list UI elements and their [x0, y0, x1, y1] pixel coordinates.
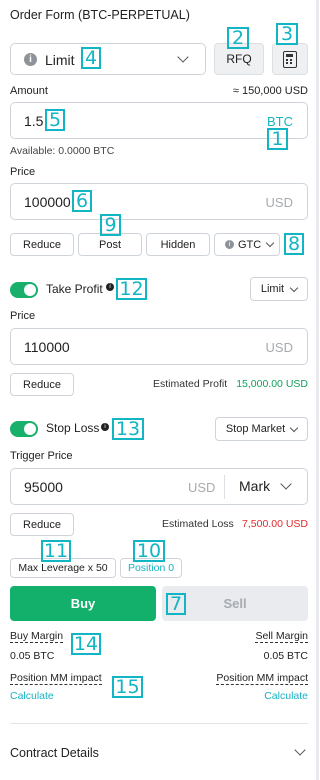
- chevron-down-icon: [265, 238, 275, 248]
- trigger-price-label: Trigger Price: [10, 450, 73, 462]
- take-profit-type-value: Limit: [260, 283, 285, 295]
- calculator-button[interactable]: [272, 43, 308, 75]
- scrollbar[interactable]: [316, 0, 319, 780]
- marker-7: 7: [166, 593, 186, 615]
- chevron-down-icon: [177, 51, 189, 63]
- amount-value: 1.5: [24, 113, 44, 129]
- price-input[interactable]: 100000 USD: [10, 183, 308, 220]
- hidden-button[interactable]: Hidden: [146, 233, 210, 256]
- estimated-profit-value: 15,000.00 USD: [236, 378, 308, 390]
- marker-1: 1: [267, 128, 288, 150]
- marker-4: 4: [81, 47, 101, 69]
- marker-3: 3: [276, 23, 298, 45]
- chevron-down-icon: [289, 283, 299, 292]
- sell-margin-value: 0.05 BTC: [263, 650, 308, 662]
- trigger-price-value: 95000: [24, 479, 63, 495]
- info-icon: i: [24, 53, 37, 66]
- buy-button[interactable]: Buy: [10, 586, 156, 621]
- marker-8: 8: [284, 233, 304, 255]
- amount-label: Amount: [10, 85, 48, 97]
- take-profit-type-select[interactable]: Limit: [250, 277, 308, 301]
- calculate-link-right[interactable]: Calculate: [264, 690, 308, 702]
- marker-9: 9: [100, 214, 121, 236]
- calculate-link-left[interactable]: Calculate: [10, 690, 54, 702]
- sell-margin-label: Sell Margin: [255, 630, 308, 643]
- section-divider: [10, 723, 308, 724]
- marker-2: 2: [227, 27, 249, 49]
- amount-approx-usd: ≈ 150,000 USD: [232, 85, 308, 97]
- order-type-value: Limit: [45, 52, 75, 68]
- field-divider: [224, 475, 225, 499]
- trigger-source-select[interactable]: Mark: [239, 478, 292, 494]
- contract-details-toggle[interactable]: Contract Details: [10, 740, 308, 766]
- stop-loss-reduce-button[interactable]: Reduce: [10, 513, 74, 536]
- trigger-source-value: Mark: [239, 478, 271, 494]
- marker-12: 12: [116, 278, 147, 300]
- trigger-price-input[interactable]: 95000 USD Mark: [10, 468, 308, 505]
- trigger-price-unit: USD: [188, 480, 216, 495]
- chevron-down-icon: [289, 423, 299, 432]
- take-profit-price-input[interactable]: 110000 USD: [10, 328, 308, 365]
- stop-loss-label: Stop Loss: [46, 421, 100, 435]
- estimated-profit-label: Estimated Profit: [153, 378, 228, 390]
- tif-value: GTC: [238, 238, 262, 251]
- price-value: 100000: [24, 194, 71, 210]
- price-label: Price: [10, 166, 36, 178]
- take-profit-toggle[interactable]: [10, 282, 38, 298]
- marker-10: 10: [133, 540, 165, 562]
- marker-14: 14: [71, 633, 101, 655]
- order-type-select[interactable]: i Limit: [10, 43, 206, 75]
- chevron-down-icon: [280, 478, 292, 490]
- calculator-icon: [283, 50, 297, 68]
- contract-details-label: Contract Details: [10, 746, 99, 760]
- estimated-loss-label: Estimated Loss: [162, 518, 234, 530]
- info-icon: i: [225, 240, 234, 249]
- marker-13: 13: [112, 418, 144, 440]
- marker-6: 6: [72, 190, 92, 212]
- take-profit-price-unit: USD: [265, 340, 293, 355]
- take-profit-label: Take Profit: [46, 282, 103, 296]
- marker-15: 15: [112, 676, 143, 698]
- position-mm-impact-label-right: Position MM impact: [216, 672, 308, 685]
- marker-5: 5: [45, 109, 65, 131]
- stop-loss-type-value: Stop Market: [225, 423, 286, 435]
- price-unit: USD: [265, 195, 293, 210]
- reduce-only-button[interactable]: Reduce: [10, 233, 74, 256]
- chevron-down-icon: [294, 744, 306, 756]
- post-only-button[interactable]: Post: [78, 233, 142, 256]
- position-mm-impact-label-left: Position MM impact: [10, 672, 102, 685]
- take-profit-price-value: 110000: [24, 339, 70, 355]
- buy-margin-value: 0.05 BTC: [10, 650, 55, 662]
- buy-margin-label: Buy Margin: [10, 630, 64, 643]
- time-in-force-select[interactable]: i GTC: [214, 233, 280, 256]
- take-profit-price-label: Price: [10, 310, 36, 322]
- estimated-loss-value: 7,500.00 USD: [242, 518, 308, 530]
- info-icon: i: [101, 423, 109, 431]
- stop-loss-type-select[interactable]: Stop Market: [215, 417, 308, 441]
- info-icon: i: [106, 283, 114, 291]
- available-balance: Available: 0.0000 BTC: [10, 145, 115, 157]
- take-profit-reduce-button[interactable]: Reduce: [10, 373, 74, 396]
- marker-11: 11: [41, 540, 71, 562]
- order-form-title: Order Form (BTC-PERPETUAL): [10, 8, 190, 22]
- amount-unit-toggle[interactable]: BTC: [267, 114, 293, 129]
- stop-loss-toggle[interactable]: [10, 421, 38, 437]
